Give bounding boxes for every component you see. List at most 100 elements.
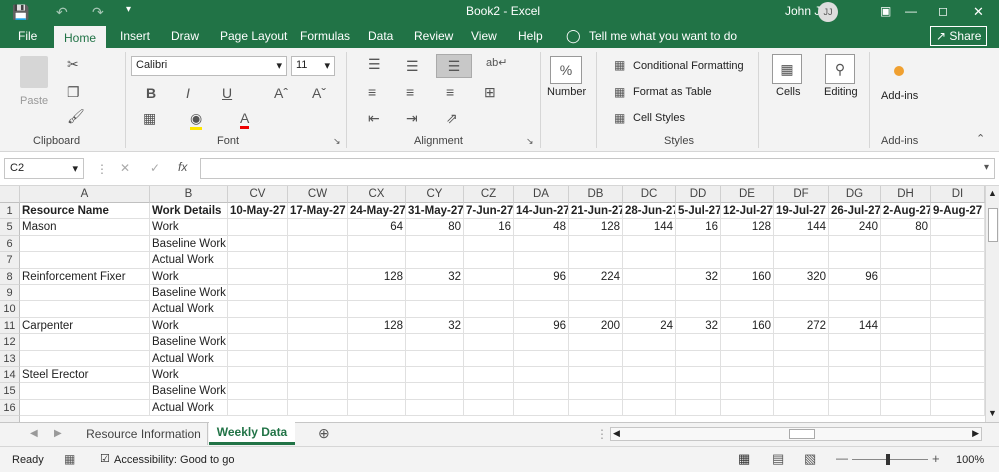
table-cell[interactable]: Reinforcement Fixer: [20, 268, 150, 285]
column-header[interactable]: DF: [774, 186, 829, 203]
table-cell[interactable]: [228, 252, 288, 269]
table-cell[interactable]: Baseline Work: [150, 285, 228, 302]
scroll-down-icon[interactable]: ▼: [988, 408, 997, 418]
zoom-in-icon[interactable]: +: [932, 451, 940, 466]
close-icon[interactable]: ✕: [973, 4, 984, 20]
table-cell[interactable]: [774, 252, 829, 269]
table-cell[interactable]: [348, 235, 406, 253]
column-header[interactable]: DE: [721, 186, 774, 203]
page-break-view-icon[interactable]: ▧: [804, 451, 816, 467]
table-cell[interactable]: [931, 367, 985, 384]
select-all-corner[interactable]: [0, 186, 20, 203]
table-cell[interactable]: [623, 285, 676, 302]
table-cell[interactable]: [569, 350, 623, 367]
row-header[interactable]: 9: [0, 285, 20, 302]
table-cell[interactable]: [829, 383, 881, 400]
scroll-left-icon[interactable]: ◀: [613, 428, 620, 439]
table-cell[interactable]: [464, 301, 514, 318]
wrap-text-icon[interactable]: ab↵: [486, 56, 507, 69]
table-cell[interactable]: [931, 350, 985, 367]
table-cell[interactable]: [464, 350, 514, 367]
table-cell[interactable]: [20, 301, 150, 318]
column-header[interactable]: A: [20, 186, 150, 203]
ribbon-display-icon[interactable]: ▣: [880, 4, 891, 18]
addins-button[interactable]: Add-ins: [881, 90, 918, 102]
table-cell[interactable]: [623, 383, 676, 400]
table-cell[interactable]: [20, 235, 150, 253]
alignment-dialog-launcher-icon[interactable]: ↘: [526, 136, 534, 147]
table-cell[interactable]: [829, 301, 881, 318]
table-cell[interactable]: [623, 334, 676, 351]
column-header[interactable]: DC: [623, 186, 676, 203]
worksheet-grid[interactable]: A B CV CW CX CY CZ DA DB DC DD DE DF DG DH DI 1 Resource …: [0, 186, 985, 422]
table-cell[interactable]: [569, 383, 623, 400]
merge-center-icon[interactable]: ⊞: [484, 84, 496, 101]
table-cell[interactable]: [569, 301, 623, 318]
save-icon[interactable]: 💾: [12, 4, 29, 21]
increase-font-icon[interactable]: Aˆ: [274, 85, 288, 101]
tell-me-search[interactable]: Tell me what you want to do: [589, 29, 737, 43]
orientation-icon[interactable]: ⇗: [446, 110, 458, 127]
table-cell[interactable]: [676, 252, 721, 269]
table-cell[interactable]: [464, 383, 514, 400]
table-cell[interactable]: [228, 219, 288, 236]
macro-icon[interactable]: ▦: [64, 452, 75, 466]
header-cell[interactable]: 12-Jul-27: [721, 203, 774, 220]
table-cell[interactable]: [288, 301, 348, 318]
italic-icon[interactable]: I: [186, 85, 190, 101]
table-cell[interactable]: Carpenter: [20, 317, 150, 335]
table-cell[interactable]: [514, 285, 569, 302]
table-cell[interactable]: [721, 399, 774, 417]
tab-page-layout[interactable]: Page Layout: [220, 29, 287, 43]
table-cell[interactable]: Work: [150, 219, 228, 236]
table-cell[interactable]: [676, 383, 721, 400]
column-header[interactable]: DD: [676, 186, 721, 203]
font-size-select[interactable]: 11 ▾: [291, 56, 335, 76]
conditional-formatting-button[interactable]: Conditional Formatting: [633, 60, 744, 72]
table-cell[interactable]: [721, 350, 774, 367]
table-cell[interactable]: 80: [881, 219, 931, 236]
table-cell[interactable]: 224: [569, 268, 623, 285]
next-sheet-icon[interactable]: ▶: [54, 428, 62, 439]
table-cell[interactable]: 144: [774, 219, 829, 236]
table-cell[interactable]: [881, 268, 931, 285]
cells-icon[interactable]: ▦: [772, 54, 802, 84]
table-cell[interactable]: [348, 399, 406, 417]
table-cell[interactable]: [348, 252, 406, 269]
tab-draw[interactable]: Draw: [171, 29, 199, 43]
table-cell[interactable]: 24: [623, 317, 676, 335]
tab-formulas[interactable]: Formulas: [300, 29, 350, 43]
cancel-icon[interactable]: ✕: [120, 161, 130, 175]
header-cell[interactable]: 7-Jun-27: [464, 203, 514, 220]
insert-function-button[interactable]: fx: [178, 160, 187, 174]
table-cell[interactable]: [464, 235, 514, 253]
table-cell[interactable]: [288, 252, 348, 269]
header-cell[interactable]: 17-May-27: [288, 203, 348, 220]
cut-icon[interactable]: ✂: [67, 56, 79, 73]
table-cell[interactable]: [514, 399, 569, 417]
table-cell[interactable]: 96: [514, 317, 569, 335]
table-cell[interactable]: [931, 334, 985, 351]
table-cell[interactable]: [774, 399, 829, 417]
table-cell[interactable]: [464, 268, 514, 285]
table-cell[interactable]: 144: [623, 219, 676, 236]
table-cell[interactable]: [20, 285, 150, 302]
table-cell[interactable]: [931, 399, 985, 417]
tab-insert[interactable]: Insert: [120, 29, 150, 43]
table-cell[interactable]: [20, 334, 150, 351]
table-cell[interactable]: [514, 334, 569, 351]
redo-icon[interactable]: ↷: [92, 4, 104, 21]
table-cell[interactable]: [829, 334, 881, 351]
table-cell[interactable]: 32: [676, 317, 721, 335]
add-sheet-icon[interactable]: ⊕: [318, 425, 330, 442]
table-cell[interactable]: [348, 334, 406, 351]
header-cell[interactable]: Work Details: [150, 203, 228, 220]
table-cell[interactable]: [881, 235, 931, 253]
row-header[interactable]: 15: [0, 383, 20, 400]
table-cell[interactable]: [288, 317, 348, 335]
table-cell[interactable]: [721, 383, 774, 400]
row-header[interactable]: 11: [0, 317, 20, 335]
table-cell[interactable]: [288, 285, 348, 302]
fill-color-icon[interactable]: ◉: [190, 110, 203, 130]
maximize-icon[interactable]: ◻: [938, 4, 948, 18]
